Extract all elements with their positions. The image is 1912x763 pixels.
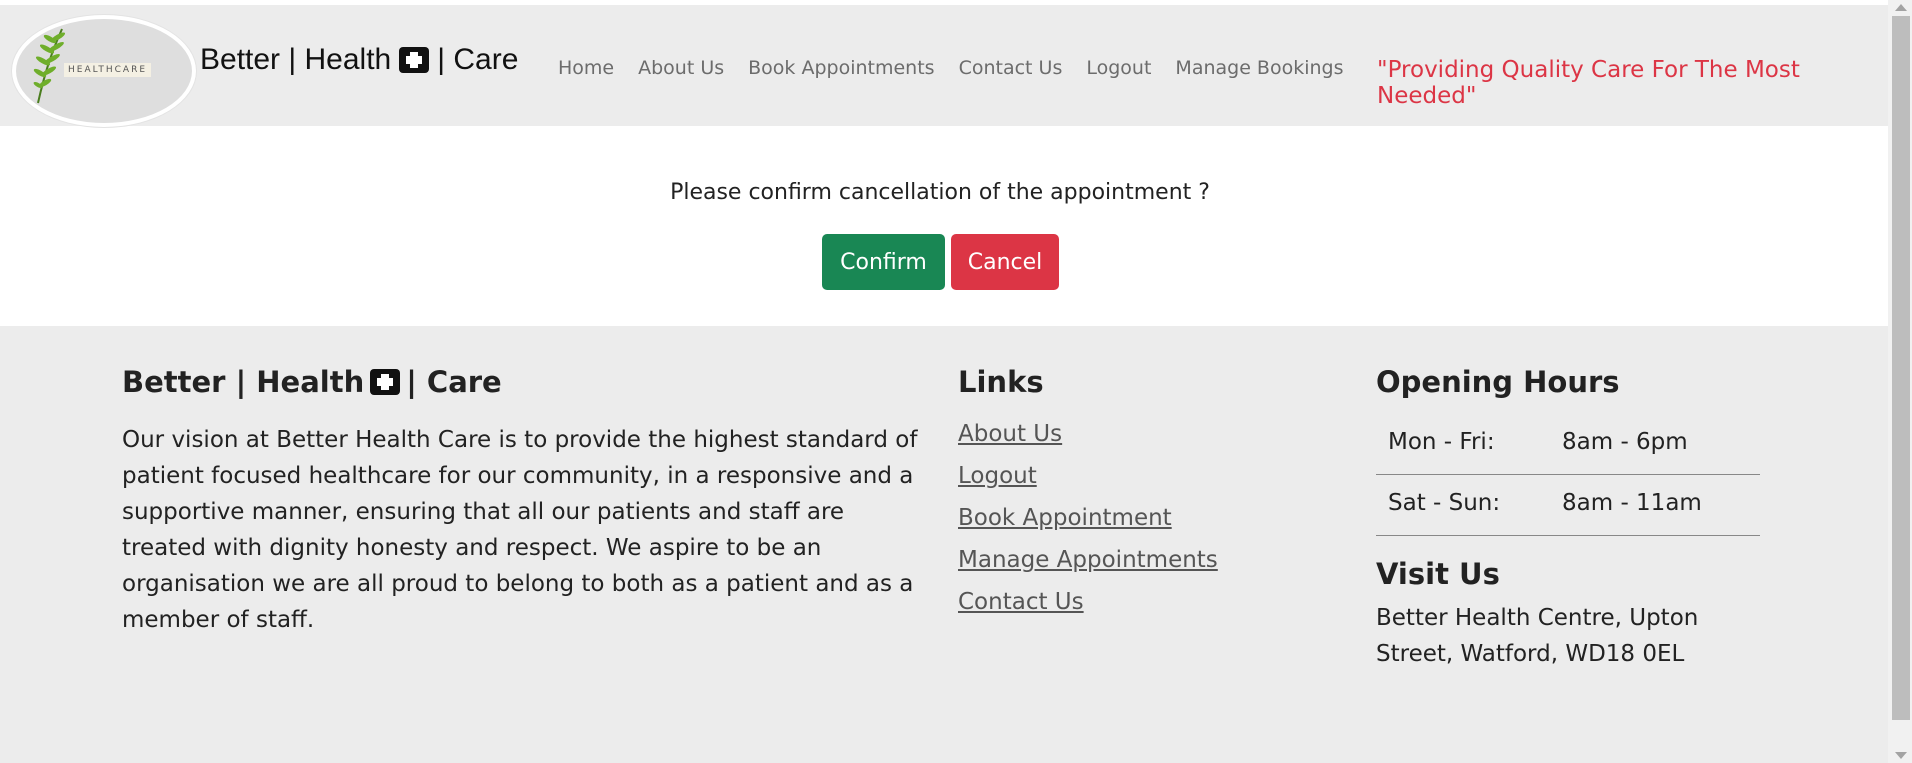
nav-manage-bookings[interactable]: Manage Bookings — [1175, 57, 1343, 79]
scrollbar-thumb[interactable] — [1892, 16, 1910, 720]
tagline: "Providing Quality Care For The Most Nee… — [1377, 57, 1800, 109]
nav-home[interactable]: Home — [558, 57, 614, 79]
confirmation-message: Please confirm cancellation of the appoi… — [670, 180, 1210, 205]
vertical-scrollbar[interactable] — [1888, 0, 1912, 763]
page: HEALTHCARE Better | Health | Care Home A… — [0, 0, 1912, 763]
site-brand[interactable]: Better | Health | Care — [200, 43, 518, 77]
opening-hours-table: Mon - Fri: 8am - 6pm Sat - Sun: 8am - 11… — [1376, 414, 1760, 536]
top-navbar: HEALTHCARE Better | Health | Care Home A… — [0, 0, 1888, 127]
site-logo[interactable]: HEALTHCARE — [12, 15, 196, 127]
footer-brand-right: | Care — [406, 365, 502, 399]
footer-hours: Opening Hours Mon - Fri: 8am - 6pm Sat -… — [1376, 362, 1760, 672]
logo-text: HEALTHCARE — [64, 63, 152, 77]
footer: Better | Health | Care Our vision at Bet… — [0, 326, 1888, 763]
scroll-up-arrow-icon[interactable] — [1895, 4, 1907, 11]
footer-about: Better | Health | Care Our vision at Bet… — [122, 362, 922, 638]
nav-about-us[interactable]: About Us — [638, 57, 724, 79]
footer-link-book-appointment[interactable]: Book Appointment — [958, 504, 1278, 532]
vision-statement: Our vision at Better Health Care is to p… — [122, 427, 918, 633]
brand-name-right: | Care — [437, 43, 519, 76]
brand-name-left: Better | Health — [200, 43, 392, 76]
hours-time: 8am - 11am — [1550, 474, 1760, 536]
nav-logout[interactable]: Logout — [1086, 57, 1151, 79]
confirm-button[interactable]: Confirm — [822, 234, 945, 290]
hours-row: Sat - Sun: 8am - 11am — [1376, 474, 1760, 536]
footer-brand-heading: Better | Health | Care — [122, 362, 922, 402]
footer-link-about-us[interactable]: About Us — [958, 420, 1278, 448]
hours-day: Mon - Fri: — [1376, 414, 1550, 475]
cancel-confirmation-panel: Please confirm cancellation of the appoi… — [0, 138, 1888, 326]
medkit-icon — [399, 47, 430, 73]
footer-brand-left: Better | Health — [122, 365, 365, 399]
footer-links: Links About Us Logout Book Appointment M… — [958, 362, 1278, 616]
hours-day: Sat - Sun: — [1376, 474, 1550, 536]
main-nav: Home About Us Book Appointments Contact … — [558, 57, 1344, 79]
footer-link-list: About Us Logout Book Appointment Manage … — [958, 420, 1278, 616]
links-heading: Links — [958, 365, 1044, 399]
nav-contact-us[interactable]: Contact Us — [959, 57, 1063, 79]
scroll-down-arrow-icon[interactable] — [1895, 752, 1907, 759]
cancel-button[interactable]: Cancel — [951, 234, 1059, 290]
hours-row: Mon - Fri: 8am - 6pm — [1376, 414, 1760, 475]
visit-address: Better Health Centre, Upton Street, Watf… — [1376, 605, 1699, 667]
opening-hours-heading: Opening Hours — [1376, 365, 1620, 399]
medkit-icon — [370, 369, 401, 395]
footer-link-contact-us[interactable]: Contact Us — [958, 588, 1278, 616]
nav-book-appointments[interactable]: Book Appointments — [748, 57, 934, 79]
footer-link-manage-appointments[interactable]: Manage Appointments — [958, 546, 1278, 574]
visit-us-heading: Visit Us — [1376, 557, 1500, 591]
hours-time: 8am - 6pm — [1550, 414, 1760, 475]
footer-link-logout[interactable]: Logout — [958, 462, 1278, 490]
